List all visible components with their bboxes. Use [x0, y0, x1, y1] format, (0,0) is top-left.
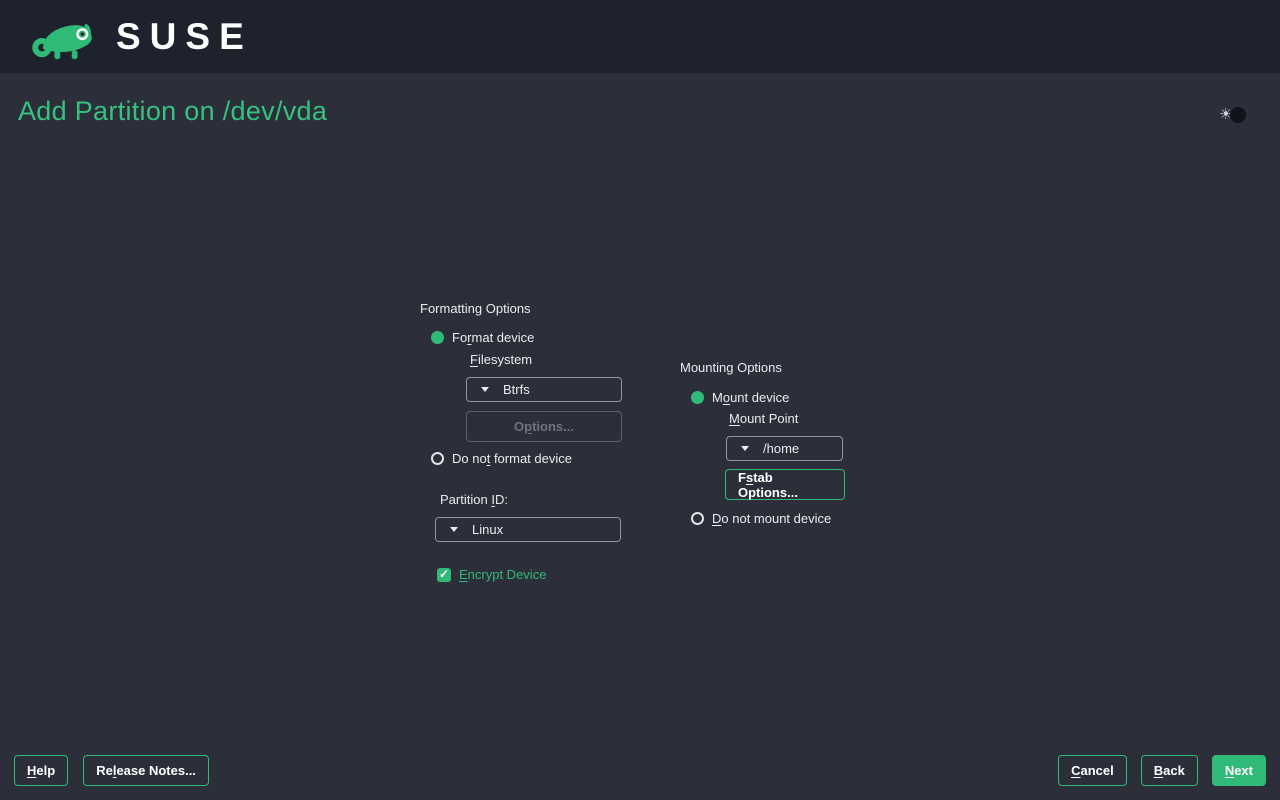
mount-point-select[interactable]: /home: [726, 436, 843, 461]
release-notes-button-label: Release Notes...: [96, 763, 196, 778]
radio-mount-device-label: Mount device: [712, 390, 789, 405]
chameleon-icon: [28, 12, 102, 62]
theme-toggle-button[interactable]: ☀: [1219, 104, 1247, 128]
help-button-label: Help: [27, 763, 55, 778]
partition-id-select[interactable]: Linux: [435, 517, 621, 542]
chevron-down-icon: [450, 527, 458, 532]
options-button-label: Options...: [514, 419, 574, 434]
radio-do-not-format[interactable]: Do not format device: [431, 451, 572, 466]
help-button[interactable]: Help: [14, 755, 68, 786]
radio-format-device[interactable]: Format device: [431, 330, 534, 345]
radio-do-not-mount[interactable]: Do not mount device: [691, 511, 831, 526]
back-button[interactable]: Back: [1141, 755, 1198, 786]
footer-left-group: Help Release Notes...: [14, 755, 209, 786]
radio-selected-icon: [691, 391, 704, 404]
radio-format-device-label: Format device: [452, 330, 534, 345]
filesystem-value: Btrfs: [503, 382, 530, 397]
fstab-options-button-label: Fstab Options...: [738, 470, 832, 500]
page-title: Add Partition on /dev/vda: [18, 96, 327, 127]
radio-selected-icon: [431, 331, 444, 344]
back-button-label: Back: [1154, 763, 1185, 778]
filesystem-select[interactable]: Btrfs: [466, 377, 622, 402]
footer-bar: Help Release Notes... Cancel Back Next: [14, 755, 1266, 786]
formatting-options-label: Formatting Options: [420, 301, 531, 316]
filesystem-label: Filesystem: [470, 352, 532, 367]
options-button[interactable]: Options...: [466, 411, 622, 442]
partition-id-label: Partition ID:: [440, 492, 508, 507]
next-button-label: Next: [1225, 763, 1253, 778]
moon-icon: [1230, 107, 1246, 123]
mount-point-value: /home: [763, 441, 799, 456]
cancel-button-label: Cancel: [1071, 763, 1114, 778]
chevron-down-icon: [481, 387, 489, 392]
next-button[interactable]: Next: [1212, 755, 1266, 786]
encrypt-device-label: Encrypt Device: [459, 567, 546, 582]
cancel-button[interactable]: Cancel: [1058, 755, 1127, 786]
fstab-options-button[interactable]: Fstab Options...: [725, 469, 845, 500]
partition-id-value: Linux: [472, 522, 503, 537]
radio-mount-device[interactable]: Mount device: [691, 390, 789, 405]
radio-unselected-icon: [431, 452, 444, 465]
encrypt-device-checkbox[interactable]: Encrypt Device: [437, 567, 546, 582]
release-notes-button[interactable]: Release Notes...: [83, 755, 209, 786]
checkbox-checked-icon: [437, 568, 451, 582]
radio-do-not-format-label: Do not format device: [452, 451, 572, 466]
radio-unselected-icon: [691, 512, 704, 525]
footer-right-group: Cancel Back Next: [1058, 755, 1266, 786]
suse-logo: SUSE: [28, 12, 253, 62]
mounting-options-label: Mounting Options: [680, 360, 782, 375]
header-bar: SUSE: [0, 0, 1280, 73]
brand-wordmark: SUSE: [116, 18, 253, 55]
radio-do-not-mount-label: Do not mount device: [712, 511, 831, 526]
mount-point-label: Mount Point: [729, 411, 798, 426]
chevron-down-icon: [741, 446, 749, 451]
